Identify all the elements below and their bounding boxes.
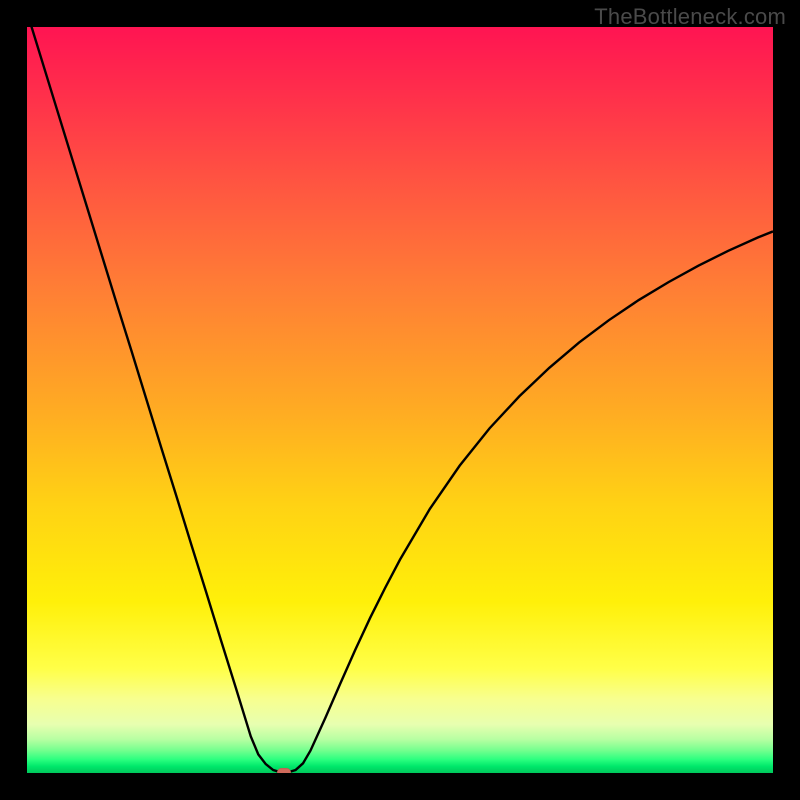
curve-svg — [27, 27, 773, 773]
bottleneck-curve — [27, 27, 773, 772]
plot-area — [27, 27, 773, 773]
optimum-marker — [277, 768, 291, 773]
chart-frame: TheBottleneck.com — [0, 0, 800, 800]
